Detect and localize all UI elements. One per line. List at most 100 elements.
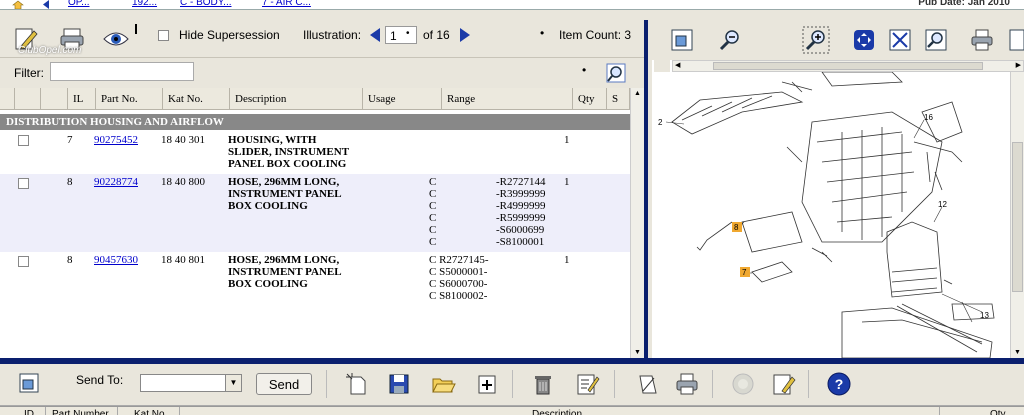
send-document-icon[interactable]	[634, 371, 660, 397]
row-range-code: C R2727145- C S5000001- C S6000700- C S8…	[429, 254, 489, 302]
more-tools-icon[interactable]	[1008, 28, 1024, 52]
item-count: Item Count: 3	[559, 28, 632, 42]
help-icon[interactable]: ?	[826, 371, 852, 397]
send-list-table-header: ID Part Number Kat No. Description Qty	[0, 406, 1024, 415]
new-document-icon[interactable]	[344, 371, 370, 397]
row-kat-no: 18 40 800	[161, 176, 205, 188]
column-header-kat-no[interactable]: Kat No.	[118, 407, 180, 415]
next-illustration-icon[interactable]	[458, 27, 472, 43]
send-to-select[interactable]: ▼	[140, 374, 242, 392]
scroll-corner	[654, 60, 670, 72]
column-header-s[interactable]: S	[607, 88, 630, 110]
illustration-label: Illustration:	[303, 28, 362, 42]
illustration-number-field[interactable]: 1 •	[385, 26, 417, 44]
column-header-description[interactable]: Description	[180, 407, 940, 415]
zoom-in-icon[interactable]	[802, 26, 830, 54]
filter-row: Filter: •	[0, 58, 644, 88]
row-range-value: -R2727144 -R3999999 -R4999999 -R5999999 …	[496, 176, 546, 248]
column-header-usage[interactable]: Usage	[363, 88, 442, 110]
scroll-left-icon[interactable]: ◀	[675, 61, 680, 69]
row-checkbox[interactable]	[18, 178, 29, 189]
callout-label[interactable]: 7	[742, 268, 747, 277]
part-number-link[interactable]: 90275452	[94, 134, 138, 146]
table-row[interactable]: 8 90228774 18 40 800 HOSE, 296MM LONG, I…	[0, 174, 630, 252]
svg-text:?: ?	[835, 376, 844, 392]
column-header-part-number[interactable]: Part Number	[46, 407, 118, 415]
separator	[808, 370, 809, 398]
column-header-range[interactable]: Range	[442, 88, 573, 110]
column-header-il[interactable]: IL	[68, 88, 96, 110]
breadcrumb-item[interactable]: OP...	[68, 0, 90, 8]
print-list-icon[interactable]	[674, 371, 700, 397]
chevron-down-icon[interactable]: ▼	[225, 375, 241, 391]
part-number-link[interactable]: 90228774	[94, 176, 138, 188]
column-header-id[interactable]: ID	[16, 407, 46, 415]
row-qty: 1	[564, 134, 570, 146]
column-header-qty[interactable]: Qty	[940, 407, 1024, 415]
restore-panel-icon[interactable]	[18, 372, 40, 394]
row-checkbox[interactable]	[18, 256, 29, 267]
part-number-link[interactable]: 90457630	[94, 254, 138, 266]
illustration-vertical-scrollbar[interactable]: ▼	[1010, 72, 1024, 358]
dot-marker: •	[406, 28, 410, 39]
row-il: 8	[67, 176, 73, 188]
scroll-up-icon[interactable]: ▲	[634, 90, 641, 97]
row-description: HOSE, 296MM LONG, INSTRUMENT PANEL BOX C…	[228, 254, 342, 290]
view-eye-icon[interactable]	[102, 25, 130, 53]
zoom-window-icon[interactable]	[924, 28, 948, 52]
callout-label: 16	[924, 113, 933, 122]
row-il: 8	[67, 254, 73, 266]
vertical-scroll-thumb[interactable]	[1012, 142, 1023, 292]
row-checkbox[interactable]	[18, 135, 29, 146]
dot-marker: •	[582, 63, 587, 77]
prev-illustration-icon[interactable]	[368, 27, 382, 43]
scroll-down-icon[interactable]: ▼	[1014, 349, 1021, 356]
callout-label: 13	[980, 311, 989, 320]
illustration-total: of 16	[423, 28, 450, 42]
column-header-part-no[interactable]: Part No.	[96, 88, 163, 110]
parts-scrollbar[interactable]: ▲ ▼	[630, 88, 644, 358]
open-folder-icon[interactable]	[430, 371, 456, 397]
horizontal-scroll-thumb[interactable]	[713, 62, 983, 70]
separator	[614, 370, 615, 398]
pub-date: Pub Date: Jan 2010	[918, 0, 1010, 8]
breadcrumb-item[interactable]: 7 - AIR C...	[262, 0, 311, 8]
exploded-parts-illustration[interactable]: 2 16 12 8 7 13	[652, 72, 1010, 358]
scroll-right-icon[interactable]: ▶	[1016, 61, 1021, 69]
edit-list-icon[interactable]	[574, 371, 600, 397]
send-button[interactable]: Send	[256, 373, 312, 395]
breadcrumb-item[interactable]: C - BODY...	[180, 0, 232, 8]
column-header-qty[interactable]: Qty	[573, 88, 607, 110]
print-illustration-icon[interactable]	[970, 28, 994, 52]
edit-notes-icon[interactable]	[770, 371, 796, 397]
fit-to-window-icon[interactable]	[852, 28, 876, 52]
separator	[326, 370, 327, 398]
restore-view-icon[interactable]	[670, 28, 694, 52]
add-item-icon[interactable]	[474, 371, 500, 397]
breadcrumb-item[interactable]: 192...	[132, 0, 157, 8]
top-spacer	[0, 10, 1024, 20]
send-toolbar: Send To: ▼ Send ?	[0, 364, 1024, 406]
row-kat-no: 18 40 301	[161, 134, 205, 146]
search-filter-icon[interactable]	[604, 61, 628, 85]
table-row[interactable]: 7 90275452 18 40 301 HOUSING, WITH SLIDE…	[0, 132, 630, 174]
separator	[512, 370, 513, 398]
hide-supersession-checkbox[interactable]	[158, 30, 169, 41]
row-kat-no: 18 40 801	[161, 254, 205, 266]
delete-trash-icon[interactable]	[530, 371, 556, 397]
zoom-out-icon[interactable]	[718, 28, 742, 52]
column-header-description[interactable]: Description	[230, 88, 363, 110]
group-header: DISTRIBUTION HOUSING AND AIRFLOW	[0, 114, 630, 130]
callout-label[interactable]: 8	[734, 223, 739, 232]
illustration-toolbar	[652, 20, 1024, 60]
save-icon[interactable]	[386, 371, 412, 397]
back-arrow-icon[interactable]	[40, 0, 52, 9]
scroll-down-icon[interactable]: ▼	[634, 349, 641, 356]
column-header-kat-no[interactable]: Kat No.	[163, 88, 230, 110]
zoom-area-icon[interactable]	[888, 28, 912, 52]
illustration-horizontal-scrollbar[interactable]: ◀ ▶	[672, 60, 1024, 72]
table-row[interactable]: 8 90457630 18 40 801 HOSE, 296MM LONG, I…	[0, 252, 630, 306]
home-icon[interactable]	[12, 0, 24, 9]
breadcrumb-bar: OP... 192... C - BODY... 7 - AIR C... Pu…	[0, 0, 1024, 10]
filter-input[interactable]	[50, 62, 194, 81]
